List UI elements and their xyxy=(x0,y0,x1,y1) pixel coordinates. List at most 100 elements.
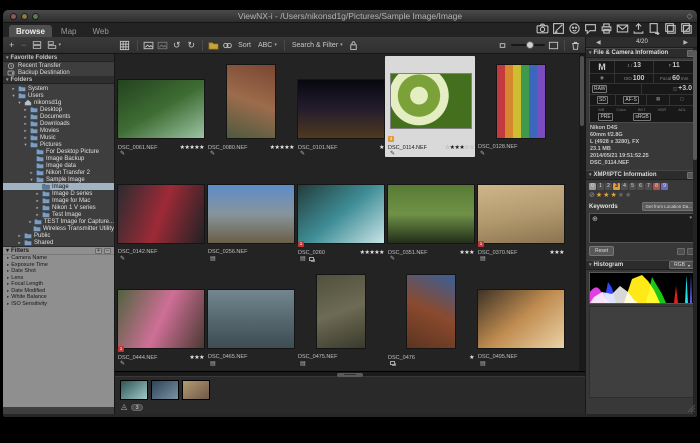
star-rating[interactable]: ★★★ xyxy=(549,249,564,256)
grid-scrollbar-thumb[interactable] xyxy=(580,56,584,126)
undo-icon[interactable] xyxy=(677,248,685,255)
tree-item-image-backup[interactable]: Image Backup xyxy=(3,155,114,162)
thumbnail-cell[interactable]: DSC_0128.NEF✎ xyxy=(477,56,565,160)
photo-thumbnail[interactable] xyxy=(391,74,471,128)
thumbnail-cell[interactable]: 3DSC_0114.NEF☆★★★☆☆✎ xyxy=(387,56,475,160)
tree-arrow-icon[interactable]: ▸ xyxy=(23,121,28,127)
photo-thumbnail[interactable] xyxy=(388,185,474,243)
tree-item-users[interactable]: ▾Users xyxy=(3,92,114,99)
tab-map[interactable]: Map xyxy=(54,25,84,37)
copy-icon[interactable] xyxy=(663,22,677,35)
tree-arrow-icon[interactable]: ▸ xyxy=(29,170,34,176)
label-button-4[interactable]: 4 xyxy=(621,183,628,190)
tree-item-for-desktop-picture[interactable]: For Desktop Picture xyxy=(3,148,114,155)
thumbnail-cell[interactable]: DSC_0465.NEF▤ xyxy=(207,266,295,370)
remove-folder-button[interactable]: − xyxy=(19,40,28,51)
reset-button[interactable]: Reset xyxy=(589,246,614,256)
tree-item-nikonsd1g[interactable]: ▾nikonsd1g xyxy=(3,99,114,106)
image[interactable] xyxy=(157,40,168,51)
photo-thumbnail[interactable] xyxy=(118,185,204,243)
tab-browse[interactable]: Browse xyxy=(9,25,52,37)
thumbnail-cell[interactable]: 1DSC_0370.NEF★★★▤ xyxy=(477,161,565,265)
tree-arrow-icon[interactable]: ▸ xyxy=(29,219,32,225)
tree-item-music[interactable]: ▸Music xyxy=(3,134,114,141)
tree-item-image-d-series[interactable]: ▸Image D series xyxy=(3,190,114,197)
star-rating[interactable]: ★★★★★ xyxy=(360,249,384,256)
rotate-right-button[interactable]: ↻ xyxy=(186,40,198,51)
tree-arrow-icon[interactable]: ▸ xyxy=(17,233,22,239)
tree-item-movies[interactable]: ▸Movies xyxy=(3,127,114,134)
label-button-7[interactable]: 7 xyxy=(645,183,652,190)
tree-arrow-icon[interactable]: ▸ xyxy=(11,86,16,92)
tree-item-documents[interactable]: ▸Documents xyxy=(3,113,114,120)
photo-thumbnail[interactable] xyxy=(407,275,455,348)
rating-star[interactable]: ★ xyxy=(618,192,624,199)
star-rating[interactable]: ★★★ xyxy=(189,354,204,361)
tree-item-nikon-transfer-2[interactable]: ▸Nikon Transfer 2 xyxy=(3,169,114,176)
star-rating[interactable]: ☆★★★☆☆ xyxy=(445,144,474,151)
filmstrip-thumbnail[interactable] xyxy=(183,381,209,399)
photo-thumbnail[interactable] xyxy=(208,290,294,348)
prev-image-button[interactable]: ◀ xyxy=(596,39,601,46)
resize-grip[interactable] xyxy=(687,404,696,413)
filmstrip-thumbnail[interactable] xyxy=(152,381,178,399)
sort-order-button[interactable]: ABC▾ xyxy=(256,41,279,50)
rating-star[interactable]: ★ xyxy=(603,192,609,199)
view-mode-button[interactable]: ▾ xyxy=(117,39,132,52)
next-image-button[interactable]: ▶ xyxy=(683,39,688,46)
thumbnail-small-icon[interactable] xyxy=(497,40,508,51)
filmstrip-thumbnail[interactable] xyxy=(121,381,147,399)
thumbnail-cell[interactable]: DSC_0351.NEF★★★✎ xyxy=(387,161,475,265)
thumbnail-cell[interactable]: DSC_0061.NEF★★★★★✎ xyxy=(117,56,205,160)
tree-item-test-image-for-capture-[interactable]: ▸TEST Image for Capture... xyxy=(3,218,114,225)
star-rating[interactable]: ★★★★★ xyxy=(270,144,294,151)
folder-y[interactable] xyxy=(208,40,219,51)
link[interactable] xyxy=(222,40,233,51)
label-button-5[interactable]: 5 xyxy=(629,183,636,190)
star-rating[interactable]: ★ xyxy=(379,144,384,151)
copy-edit-icon[interactable] xyxy=(679,22,693,35)
search-filter-button[interactable]: Search & Filter▾ xyxy=(290,41,345,50)
tree-arrow-icon[interactable]: ▸ xyxy=(23,107,28,113)
tree-arrow-icon[interactable]: ▸ xyxy=(35,205,40,211)
label-button-6[interactable]: 6 xyxy=(637,183,644,190)
chevron-down-icon[interactable]: ▾ xyxy=(689,215,692,221)
label-button-8[interactable]: 8 xyxy=(653,183,660,190)
voice-memo-icon[interactable] xyxy=(583,22,597,35)
mail-icon[interactable] xyxy=(615,22,629,35)
filter-arrow-icon[interactable]: ▸ xyxy=(7,301,9,307)
tree-arrow-icon[interactable]: ▾ xyxy=(23,142,28,148)
tree-arrow-icon[interactable]: ▸ xyxy=(23,114,28,120)
filter-arrow-icon[interactable]: ▸ xyxy=(7,294,9,300)
thumbnail-cell[interactable]: DSC_0256.NEF▤ xyxy=(207,161,295,265)
add-keyword-icon[interactable]: ⊕ xyxy=(592,215,598,223)
favorite-item[interactable]: Recent Transfer xyxy=(3,62,114,69)
thumbnail-cell[interactable]: DSC_0142.NEF✎ xyxy=(117,161,205,265)
tree-item-pictures[interactable]: ▾Pictures xyxy=(3,141,114,148)
tree-item-test-image[interactable]: ▸Test Image xyxy=(3,211,114,218)
filter-arrow-icon[interactable]: ▸ xyxy=(7,262,9,268)
tree-arrow-icon[interactable]: ▸ xyxy=(23,135,28,141)
tree-arrow-icon[interactable]: ▾ xyxy=(17,100,22,106)
favorites-header[interactable]: ▾Favorite Folders xyxy=(3,54,114,62)
rotate-left-button[interactable]: ↺ xyxy=(171,40,183,51)
thumbnail-cell[interactable]: DSC_0476★ xyxy=(387,266,475,370)
tree-arrow-icon[interactable]: ▾ xyxy=(11,93,16,99)
sort-button[interactable]: Sort xyxy=(236,41,253,50)
label-button-3[interactable]: 3 xyxy=(613,183,620,190)
trash-button[interactable] xyxy=(570,40,581,51)
label-button-0[interactable]: 0 xyxy=(589,183,596,190)
camera-transfer-icon[interactable] xyxy=(535,22,549,35)
filter-add-button[interactable]: + xyxy=(95,248,102,254)
photo-thumbnail[interactable] xyxy=(208,185,294,243)
lock[interactable] xyxy=(348,40,359,51)
tree-item-system[interactable]: ▸System xyxy=(3,85,114,92)
tree-item-public[interactable]: ▸Public xyxy=(3,232,114,239)
label-button-2[interactable]: 2 xyxy=(605,183,612,190)
thumbnail-cell[interactable]: 1DSC_0444.NEF★★★✎ xyxy=(117,266,205,370)
window-resize-icon[interactable] xyxy=(686,13,693,20)
filters-header[interactable]: ▾Filters+− xyxy=(3,246,114,255)
tree-arrow-icon[interactable]: ▸ xyxy=(35,212,40,218)
upload-icon[interactable] xyxy=(631,22,645,35)
thumbnail-cell[interactable]: DSC_0080.NEF★★★★★✎ xyxy=(207,56,295,160)
